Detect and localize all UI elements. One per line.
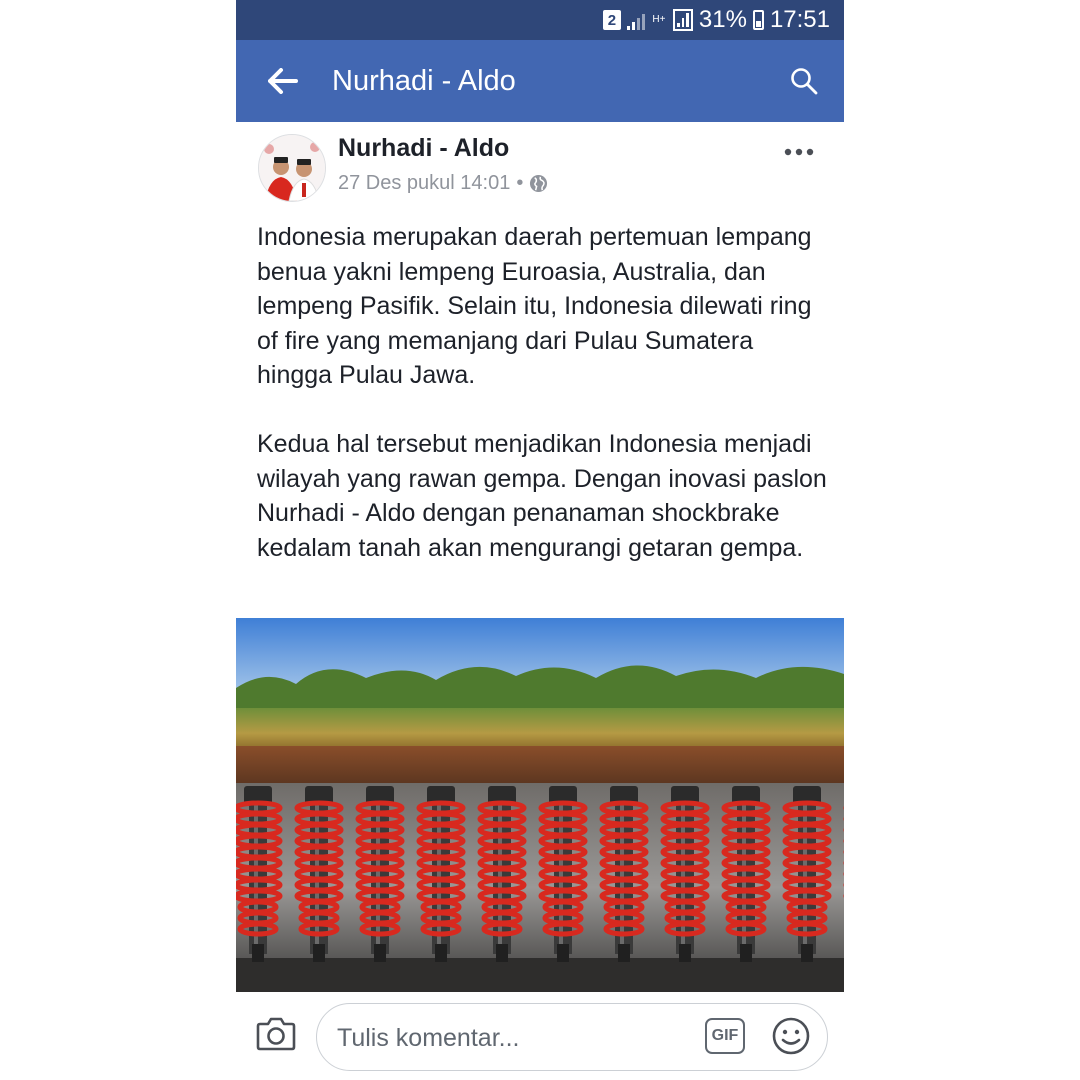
emoji-icon bbox=[772, 1017, 810, 1055]
globe-icon bbox=[530, 174, 548, 193]
back-button[interactable] bbox=[268, 68, 328, 94]
signal-strength-icon bbox=[672, 9, 693, 31]
post-paragraph: Kedua hal tersebut menjadikan Indonesia … bbox=[257, 430, 827, 562]
post-author[interactable]: Nurhadi - Aldo bbox=[338, 134, 509, 163]
post-image[interactable] bbox=[236, 618, 844, 992]
meta-separator: • bbox=[516, 172, 524, 194]
phone-screen: 2 H+ 31% 17:51 Nurhadi - Aldo Nurhadi - … bbox=[236, 0, 844, 1080]
gif-icon: GIF bbox=[711, 1027, 739, 1044]
avatar[interactable] bbox=[258, 134, 326, 202]
sim-indicator: 2 bbox=[602, 10, 621, 30]
comment-bar: GIF bbox=[236, 993, 844, 1080]
search-icon bbox=[791, 68, 818, 95]
camera-button[interactable] bbox=[256, 1015, 296, 1056]
post-meta: 27 Des pukul 14:01 • bbox=[338, 172, 548, 195]
status-bar: 2 H+ 31% 17:51 bbox=[236, 0, 844, 40]
post-paragraph: Indonesia merupakan daerah pertemuan lem… bbox=[257, 223, 812, 389]
battery-percent: 31% bbox=[698, 6, 747, 33]
more-options-button[interactable] bbox=[784, 136, 814, 162]
shock-absorbers-in-ground-image bbox=[236, 618, 844, 992]
back-arrow-icon bbox=[268, 68, 298, 94]
post-text: Indonesia merupakan daerah pertemuan lem… bbox=[257, 220, 827, 565]
clock: 17:51 bbox=[769, 6, 830, 33]
app-bar: Nurhadi - Aldo bbox=[236, 40, 844, 122]
more-options-icon bbox=[784, 148, 814, 156]
gif-button[interactable]: GIF bbox=[705, 1018, 745, 1054]
battery-icon bbox=[752, 10, 764, 30]
network-type: H+ bbox=[652, 14, 666, 25]
page-title: Nurhadi - Aldo bbox=[332, 64, 516, 97]
search-button[interactable] bbox=[790, 67, 818, 95]
avatar-image bbox=[259, 135, 325, 201]
emoji-button[interactable] bbox=[771, 1016, 811, 1061]
comment-input[interactable] bbox=[335, 1018, 669, 1058]
camera-icon bbox=[256, 1017, 296, 1051]
signal-strength-icon bbox=[626, 10, 645, 30]
post-date[interactable]: 27 Des pukul 14:01 bbox=[338, 172, 510, 195]
comment-input-box: GIF bbox=[316, 1003, 828, 1071]
post-header: Nurhadi - Aldo 27 Des pukul 14:01 • bbox=[236, 122, 844, 212]
